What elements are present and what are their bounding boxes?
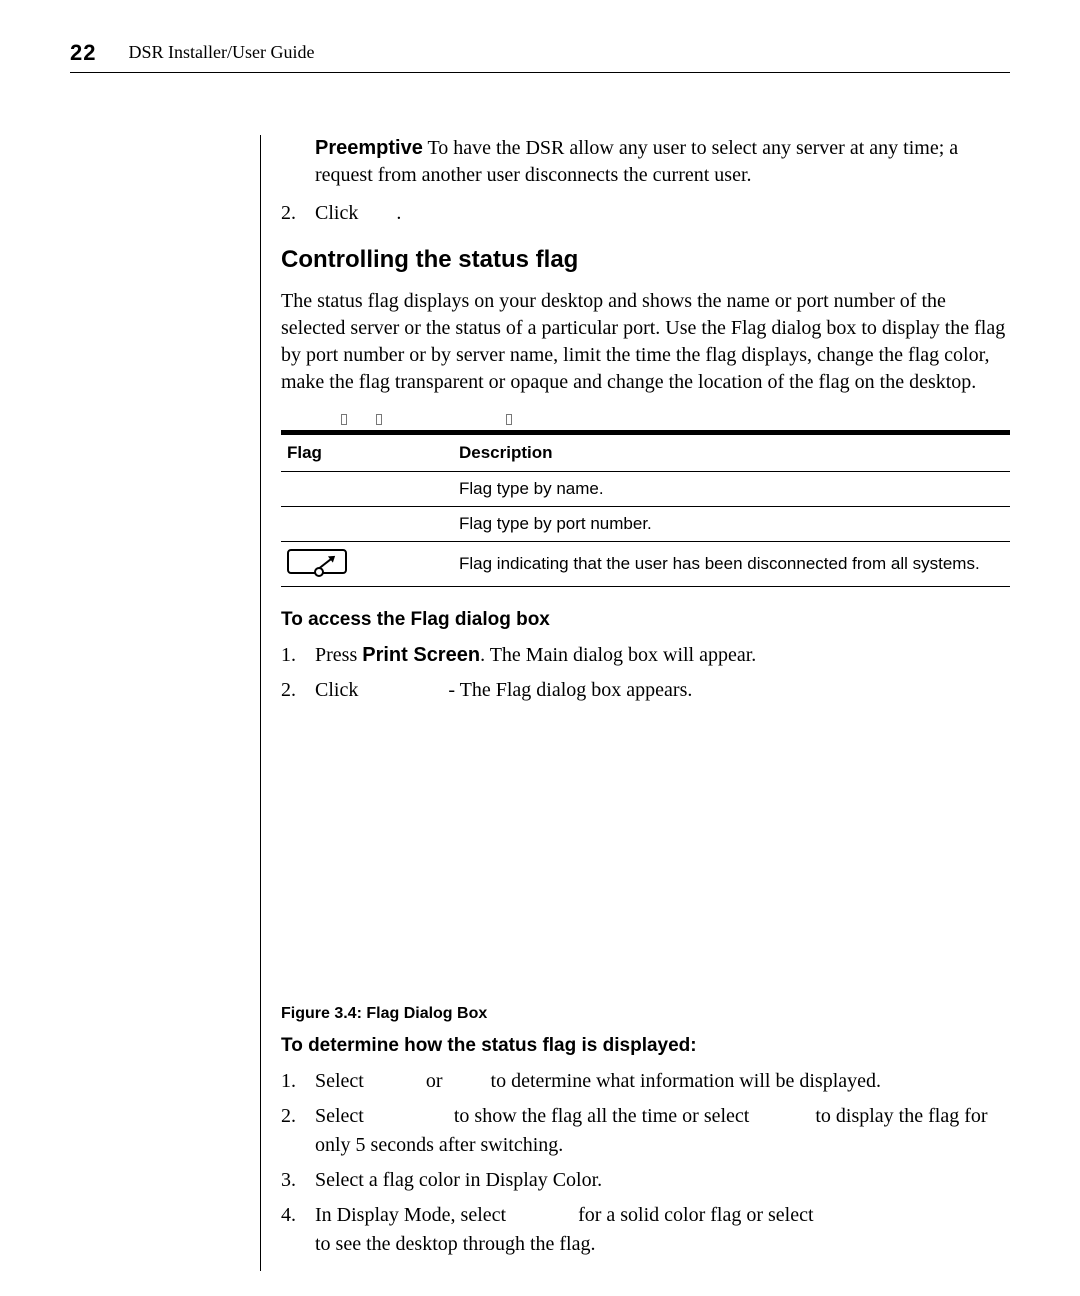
step-number: 2. (281, 1102, 315, 1160)
section-heading: Controlling the status flag (281, 246, 1010, 274)
figure-placeholder (281, 715, 1010, 1005)
disconnected-icon (287, 549, 347, 574)
step-text: Select a flag color in Display Color. (315, 1166, 602, 1195)
step-text-a: Click (315, 202, 363, 224)
page-number: 22 (70, 40, 124, 65)
step-text: Select (315, 1070, 369, 1092)
step-text-b: . (396, 202, 401, 224)
access-step-1: 1. Press Print Screen. The Main dialog b… (281, 641, 1010, 670)
flag-table-wrapper: Flag Description Flag type by name. Flag… (281, 414, 1010, 587)
table-row: Flag type by name. (281, 472, 1010, 507)
doc-title: DSR Installer/User Guide (128, 42, 314, 62)
step-number: 4. (281, 1201, 315, 1259)
step-number: 2. (281, 199, 315, 228)
cell-flag-0 (281, 472, 453, 507)
step-number: 1. (281, 641, 315, 670)
step-text: - The Flag dialog box appears. (448, 679, 692, 701)
table-header-row: Flag Description (281, 435, 1010, 472)
step-bold: Print Screen (362, 644, 480, 666)
step-text: Press (315, 644, 362, 666)
step-text: to determine what information will be di… (491, 1070, 881, 1092)
step-text: In Display Mode, select (315, 1204, 511, 1226)
section-paragraph: The status flag displays on your desktop… (281, 288, 1010, 396)
page-header: 22 DSR Installer/User Guide (70, 40, 1010, 73)
determine-heading: To determine how the status flag is disp… (281, 1035, 1010, 1057)
determine-step-2: 2. Select to show the flag all the time … (281, 1102, 1010, 1160)
cell-desc-2: Flag indicating that the user has been d… (453, 542, 1010, 587)
cell-desc-0: Flag type by name. (453, 472, 1010, 507)
access-steps: 1. Press Print Screen. The Main dialog b… (281, 641, 1010, 705)
step-text: Click (315, 679, 363, 701)
access-heading: To access the Flag dialog box (281, 609, 1010, 631)
preemptive-lead: Preemptive (315, 137, 423, 159)
step-text: . The Main dialog box will appear. (480, 644, 756, 666)
determine-step-3: 3. Select a flag color in Display Color. (281, 1166, 1010, 1195)
step-number: 2. (281, 676, 315, 705)
th-flag: Flag (281, 435, 453, 472)
intro-steps: 2. Click . (281, 199, 1010, 228)
step-text: for a solid color flag or select (578, 1204, 818, 1226)
access-step-2: 2. Click - The Flag dialog box appears. (281, 676, 1010, 705)
step-text: Select (315, 1105, 369, 1127)
table-row: Flag indicating that the user has been d… (281, 542, 1010, 587)
figure-caption: Figure 3.4: Flag Dialog Box (281, 1005, 1010, 1023)
table-caption-placeholder (281, 414, 1010, 430)
step-text: to see the desktop through the flag. (315, 1233, 596, 1255)
determine-steps: 1. Select or to determine what informati… (281, 1067, 1010, 1259)
table-row: Flag type by port number. (281, 507, 1010, 542)
intro-step-2: 2. Click . (281, 199, 1010, 228)
preemptive-paragraph: Preemptive To have the DSR allow any use… (315, 135, 1010, 189)
cell-desc-1: Flag type by port number. (453, 507, 1010, 542)
document-page: 22 DSR Installer/User Guide Preemptive T… (0, 0, 1080, 1296)
determine-step-1: 1. Select or to determine what informati… (281, 1067, 1010, 1096)
flag-table: Flag Description Flag type by name. Flag… (281, 435, 1010, 587)
th-desc: Description (453, 435, 1010, 472)
cell-flag-2 (281, 542, 453, 587)
step-text: or (426, 1070, 448, 1092)
step-number: 1. (281, 1067, 315, 1096)
step-text: to show the flag all the time or select (454, 1105, 754, 1127)
content-column: Preemptive To have the DSR allow any use… (260, 135, 1010, 1271)
cell-flag-1 (281, 507, 453, 542)
determine-step-4: 4. In Display Mode, select for a solid c… (281, 1201, 1010, 1259)
step-number: 3. (281, 1166, 315, 1195)
